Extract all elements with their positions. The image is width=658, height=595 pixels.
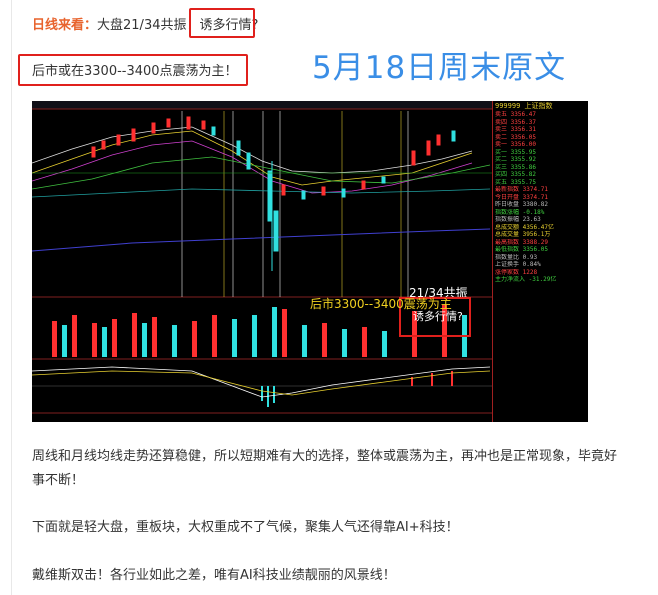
quote-row: 买二 3355.92 [495, 156, 536, 163]
page-title: 5月18日周末原文 [312, 50, 567, 86]
quote-row: 主力净流入 -31.29亿 [495, 276, 557, 283]
quote-row: 指数振幅 23.63 [495, 216, 541, 223]
quote-row: 买一 3355.95 [495, 148, 536, 156]
quote-row: 最高指数 3388.29 [495, 238, 548, 246]
quote-row: 指数量比 0.93 [495, 253, 538, 261]
paragraph-2: 下面就是轻大盘，重板块，大权重成不了气候，聚集人气还得靠AI+科技！ [32, 520, 459, 535]
quote-row: 买五 3355.75 [495, 178, 536, 186]
quote-row: 涨停家数 1228 [495, 268, 538, 276]
intro-text: 大盘21/34共振！ [97, 18, 200, 33]
quote-row: 昨日收盘 3380.82 [495, 201, 548, 208]
quote-row: 今日开盘 3374.71 [495, 193, 548, 201]
chart-annotation-range: 后市3300--3400震荡为主 [310, 297, 452, 311]
quote-row: 总成交量 3956.1万 [495, 231, 551, 238]
kline-chart-drawing [32, 101, 492, 414]
content-left-border [11, 0, 12, 595]
quote-row: 最低指数 3356.05 [495, 246, 548, 253]
stock-chart-image: 21/34共振 诱多行情? 后市3300--3400震荡为主 999999 上证… [32, 101, 588, 422]
quote-row: 卖三 3356.31 [495, 126, 536, 133]
quote-row: 总成交额 4356.47亿 [495, 223, 554, 231]
quote-header: 999999 上证指数 [495, 102, 553, 110]
range-line: 后市或在3300--3400点震荡为主！ [32, 64, 238, 79]
quote-side-panel: 999999 上证指数 卖五 3356.47 卖四 3356.37 卖三 335… [492, 101, 588, 422]
highlight-box-question [189, 8, 255, 38]
paragraph-1: 周线和月线均线走势还算稳健，所以短期难有大的选择，整体或震荡为主，再冲也是正常现… [32, 449, 618, 488]
quote-row: 卖五 3356.47 [495, 111, 536, 118]
quote-row: 指数涨幅 -0.18% [495, 208, 545, 216]
quote-row: 卖二 3356.05 [495, 133, 536, 141]
quote-row: 卖四 3356.37 [495, 118, 536, 126]
intro-heading: 日线来看： [32, 18, 98, 33]
quote-row: 买四 3355.82 [495, 171, 536, 178]
paragraph-3: 戴维斯双击！各行业如此之差，唯有AI科技业绩靓丽的风景线！ [32, 568, 396, 583]
quote-row: 上证换手 0.84% [495, 261, 541, 268]
quote-row: 最新指数 3374.71 [495, 186, 548, 193]
quote-row: 买三 3355.86 [495, 163, 536, 171]
quote-row: 卖一 3356.00 [495, 141, 536, 148]
